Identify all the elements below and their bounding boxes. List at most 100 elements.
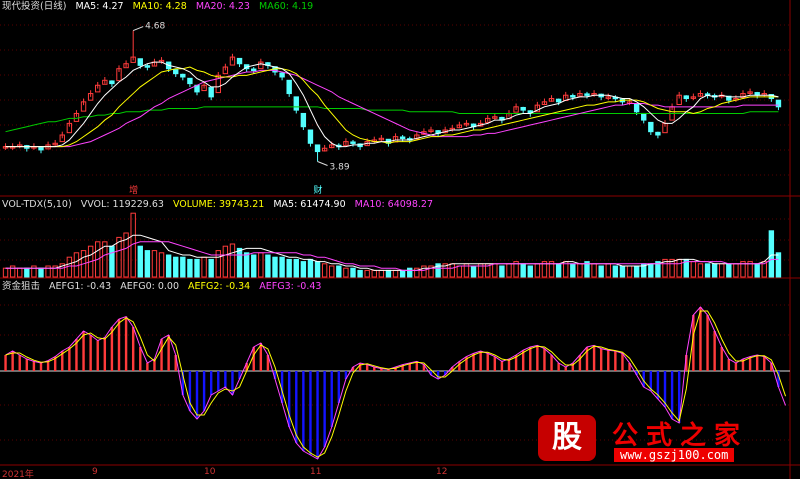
aefg1-label: AEFG1: -0.43 [49,281,112,292]
volume-bar [24,267,30,278]
volume-bar [265,254,271,278]
chart-canvas: 4.68 3.89 增 财 [0,0,800,479]
volume-bar [158,252,165,278]
volume-bar [399,269,406,278]
volume-bar [534,263,541,278]
volume-bar [350,267,356,278]
vol-ma5-label: MA5: 61474.90 [273,199,346,210]
x-tick-oct: 10 [204,467,216,477]
stock-title: 现代投资(日线) [2,1,67,12]
candle-body [570,95,576,98]
volume-bar [726,263,732,278]
watermark-url: www.gszj100.com [614,448,735,462]
candle-body [350,141,356,144]
candle-body [775,99,782,108]
volume-bar [378,269,385,278]
candle-body [633,103,640,113]
watermark-logo: 股 公式之家 www.gszj100.com [538,415,778,465]
candle-body [314,144,321,153]
volume-bar [407,267,413,278]
volume-bar [336,265,342,278]
price-header: 现代投资(日线) MA5: 4.27 MA10: 4.28 MA20: 4.23… [2,1,319,13]
candle-body [279,72,285,78]
volume-bar [605,263,611,278]
stock-chart-window: 4.68 3.89 增 财 现代投资(日线) MA5: 4.27 MA10: 4.28… [0,0,800,479]
candle-body [555,98,562,103]
x-tick-year: 2021年 [2,470,34,479]
volume-bar [619,265,626,278]
aefg3-label: AEFG3: -0.43 [259,281,322,292]
volume-bar [570,263,576,278]
volume-label: VOLUME: 39743.21 [172,199,265,210]
volume-bar [633,265,640,278]
volume-bar [258,252,264,278]
high-pointer [132,26,144,32]
volume-bar [697,263,704,278]
indicator-header: 资金狙击 AEFG1: -0.43 AEFG0: 0.00 AEFG2: -0.… [2,281,327,293]
volume-bar [385,269,392,278]
x-tick-dec: 12 [436,467,448,477]
volume-bar [286,258,292,278]
candle-body [307,129,314,144]
volume-bar [243,252,250,278]
volume-bar [9,265,16,278]
volume-bar [499,265,505,278]
volume-bar [492,263,498,278]
volume-bar [66,256,73,278]
volume-bar [449,263,455,278]
volume-bar [321,263,328,278]
low-price-label: 3.89 [330,163,350,173]
candle-body [137,58,143,66]
volume-bar [38,267,44,278]
volume-bar [2,267,9,278]
event-marker-1: 增 [129,184,138,196]
volume-bar [577,263,583,278]
volume-bar [208,258,214,278]
ma5-label: MA5: 4.27 [75,1,124,12]
vvol-label: VVOL: 119229.63 [80,199,164,210]
candle-body [173,69,179,75]
candle-body [648,121,654,133]
volume-bar [364,269,370,278]
volume-bar [165,254,172,278]
volume-bar [591,263,597,278]
volume-bar [300,261,307,278]
volume-bar [598,265,604,278]
volume-bar [137,245,143,278]
candle-body [399,136,406,139]
volume-bar [293,258,299,278]
volume-bar [711,263,718,278]
ind-title: 资金狙击 [2,281,41,292]
volume-bar [357,269,363,278]
volume-bar [45,265,51,278]
candle-body [187,77,193,85]
volume-bar [421,265,427,278]
volume-bar [31,265,37,278]
volume-bar [520,263,526,278]
volume-bar [704,263,711,278]
volume-bar [371,269,377,278]
volume-bar [456,265,463,278]
ma10-label: MA10: 4.28 [132,1,187,12]
candle-body [300,112,307,128]
vol-ma10-label: MA10: 64098.27 [354,199,433,210]
ma20-label: MA20: 4.23 [195,1,250,12]
volume-bar [733,263,739,278]
aefg0-label: AEFG0: 0.00 [120,281,180,292]
low-pointer [317,161,328,166]
volume-bar [527,265,533,278]
volume-bar [768,230,775,278]
volume-bar [555,263,562,278]
watermark-char: 股 [538,415,596,461]
volume-bar [343,267,349,278]
watermark-name: 公式之家 [612,421,749,451]
volume-bar [73,252,80,278]
volume-bar [612,265,619,278]
volume-bar [173,256,179,278]
candle-body [683,95,689,100]
volume-bar [109,245,115,278]
volume-bar [754,263,760,278]
volume-bar [690,261,697,278]
event-marker-2: 财 [314,184,323,196]
volume-bar [279,256,285,278]
